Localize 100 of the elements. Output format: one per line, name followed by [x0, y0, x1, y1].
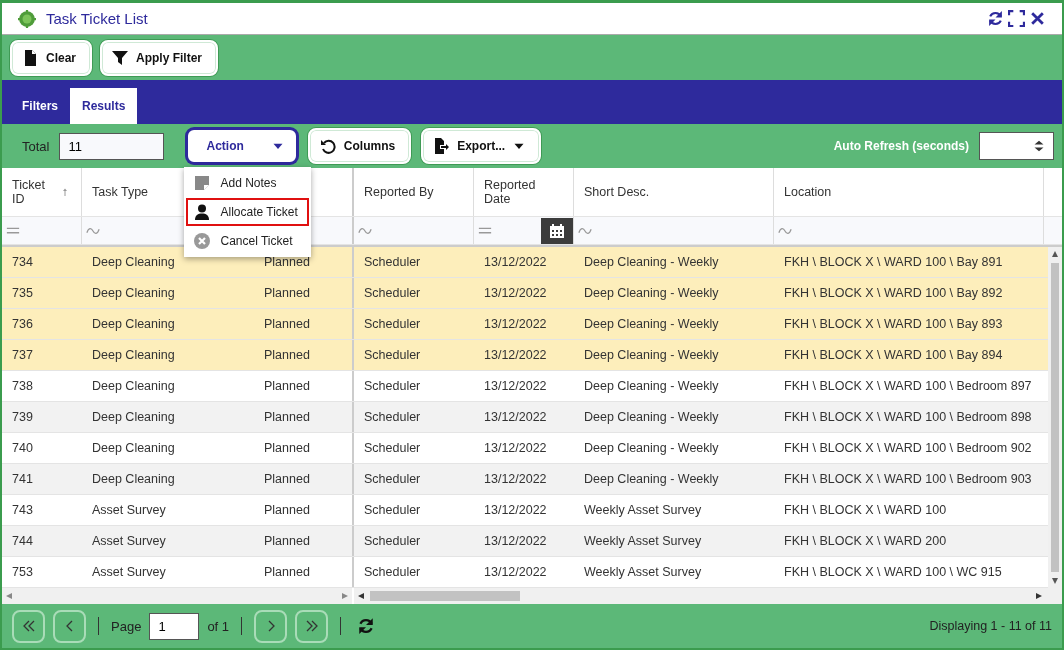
- undo-icon: [319, 138, 336, 154]
- previous-page-button[interactable]: [53, 609, 86, 643]
- table-cell-text: 13/12/2022: [483, 254, 548, 272]
- table-cell-text: FKH \ BLOCK X \ WARD 100: [783, 502, 948, 520]
- table-cell-text: Asset Survey: [91, 533, 167, 551]
- table-cell-text: FKH \ BLOCK X \ WARD 100 \ Bay 894: [783, 347, 1004, 365]
- paging-status: Displaying 1 - 11 of 11: [929, 619, 1052, 633]
- right-arrow-icon: [1036, 592, 1042, 601]
- table-cell-text: Asset Survey: [91, 502, 167, 520]
- table-cell-text: FKH \ BLOCK X \ WARD 100 \ Bedroom 903: [783, 471, 1033, 489]
- table-cell-text: Asset Survey: [91, 564, 167, 582]
- table-cell-text: 734: [11, 254, 34, 272]
- table-cell-text: Deep Cleaning - Weekly: [583, 316, 720, 334]
- table-cell-text: 13/12/2022: [483, 533, 548, 551]
- toolbar-button[interactable]: Apply Filter: [100, 39, 219, 76]
- table-cell-text: 13/12/2022: [483, 316, 548, 334]
- first-page-button[interactable]: [12, 609, 45, 643]
- table-cell-text: 744: [11, 533, 34, 551]
- table-cell-text: 741: [11, 471, 34, 489]
- table-cell-text: Deep Cleaning: [91, 316, 176, 334]
- table-cell-text: Scheduler: [363, 471, 422, 489]
- export-icon: [433, 138, 450, 154]
- table-cell-text: 13/12/2022: [483, 564, 548, 582]
- dropdown-button[interactable]: Action: [186, 128, 298, 164]
- toolbar-button[interactable]: Columns: [307, 128, 412, 164]
- table-cell-text: Deep Cleaning: [91, 254, 176, 272]
- table-cell-text: Scheduler: [363, 347, 422, 365]
- table-cell-text: Deep Cleaning: [91, 409, 176, 427]
- table-cell-text: Weekly Asset Survey: [583, 564, 703, 582]
- table-cell-text: Scheduler: [363, 502, 422, 520]
- table-cell-text: Deep Cleaning: [91, 440, 176, 458]
- table-cell-text: 13/12/2022: [483, 409, 548, 427]
- tab[interactable]: Filters: [10, 88, 70, 124]
- table-cell-text: FKH \ BLOCK X \ WARD 100 \ WC 915: [783, 564, 1003, 582]
- table-cell-text: 13/12/2022: [483, 285, 548, 303]
- table-cell-text: Deep Cleaning - Weekly: [583, 471, 720, 489]
- column-header[interactable]: Ticket ID: [12, 178, 57, 207]
- spinner-arrows-icon: [1033, 139, 1045, 153]
- table-cell-text: FKH \ BLOCK X \ WARD 100 \ Bedroom 898: [783, 409, 1033, 427]
- table-cell-text: Deep Cleaning: [91, 285, 176, 303]
- table-cell-text: Deep Cleaning - Weekly: [583, 440, 720, 458]
- table-cell-text: 13/12/2022: [483, 502, 548, 520]
- right-arrow-icon: [342, 592, 348, 601]
- table-cell-text: FKH \ BLOCK X \ WARD 100 \ Bay 893: [783, 316, 1004, 334]
- last-page-button[interactable]: [295, 609, 329, 643]
- page-count: of 1: [207, 618, 230, 634]
- table-cell-text: Scheduler: [363, 440, 422, 458]
- table-cell-text: 13/12/2022: [483, 347, 548, 365]
- person-icon: [194, 204, 211, 220]
- tab[interactable]: Results: [70, 88, 138, 124]
- total-field[interactable]: 11: [59, 132, 165, 160]
- table-cell-text: FKH \ BLOCK X \ WARD 100 \ Bedroom 897: [783, 378, 1033, 396]
- table-cell-text: Weekly Asset Survey: [583, 502, 703, 520]
- table-cell-text: Deep Cleaning: [91, 378, 176, 396]
- table-cell-text: Deep Cleaning: [91, 347, 176, 365]
- menu-item[interactable]: Allocate Ticket: [186, 198, 310, 226]
- table-cell-text: FKH \ BLOCK X \ WARD 100 \ Bay 891: [783, 254, 1004, 272]
- down-arrow-icon: [1051, 578, 1059, 585]
- table-cell-text: Deep Cleaning - Weekly: [583, 285, 720, 303]
- note-icon: [194, 175, 211, 191]
- column-header[interactable]: Task Type: [92, 185, 149, 200]
- calendar-button[interactable]: [541, 217, 573, 244]
- gear-logo-icon: [18, 9, 36, 28]
- column-header[interactable]: Reported By: [364, 185, 434, 200]
- filter-icon: [112, 49, 129, 66]
- page-field[interactable]: 1: [149, 612, 200, 640]
- table-cell-text: 13/12/2022: [483, 471, 548, 489]
- table-cell-text: Scheduler: [363, 378, 422, 396]
- column-header[interactable]: Short Desc.: [584, 185, 650, 200]
- table-cell-text: 737: [11, 347, 34, 365]
- refresh-icon: [987, 10, 1004, 27]
- table-cell-text: Deep Cleaning - Weekly: [583, 378, 720, 396]
- toolbar-button[interactable]: Clear: [10, 39, 93, 76]
- table-cell-text: Scheduler: [363, 254, 422, 272]
- file-icon: [22, 49, 38, 66]
- number-spinner[interactable]: [979, 132, 1054, 160]
- table-cell-text: Scheduler: [363, 316, 422, 334]
- table-cell-text: Scheduler: [363, 285, 422, 303]
- auto-refresh-label: Auto Refresh (seconds): [833, 139, 969, 153]
- column-header[interactable]: Location: [784, 185, 832, 200]
- up-arrow-icon: [1051, 251, 1059, 258]
- window-title: Task Ticket List: [46, 10, 149, 27]
- next-page-button[interactable]: [254, 609, 288, 643]
- calendar-icon: [549, 222, 565, 239]
- table-cell-text: 13/12/2022: [483, 440, 548, 458]
- page-label: Page: [111, 618, 142, 634]
- dropdown-button[interactable]: Export...: [421, 128, 542, 164]
- cancel-icon: [194, 233, 211, 249]
- vertical-scrollbar[interactable]: [1048, 247, 1062, 589]
- refresh-icon: [357, 617, 376, 635]
- column-header[interactable]: Reported Date: [484, 178, 554, 207]
- table-cell-text: FKH \ BLOCK X \ WARD 200: [783, 533, 948, 551]
- total-label: Total: [22, 138, 50, 154]
- menu-item[interactable]: Add Notes: [186, 169, 310, 197]
- table-cell-text: Deep Cleaning - Weekly: [583, 254, 720, 272]
- table-cell-text: Deep Cleaning - Weekly: [583, 347, 720, 365]
- left-arrow-icon: [6, 592, 12, 601]
- table-cell-text: Scheduler: [363, 564, 422, 582]
- table-cell-text: 736: [11, 316, 34, 334]
- table-cell-text: Weekly Asset Survey: [583, 533, 703, 551]
